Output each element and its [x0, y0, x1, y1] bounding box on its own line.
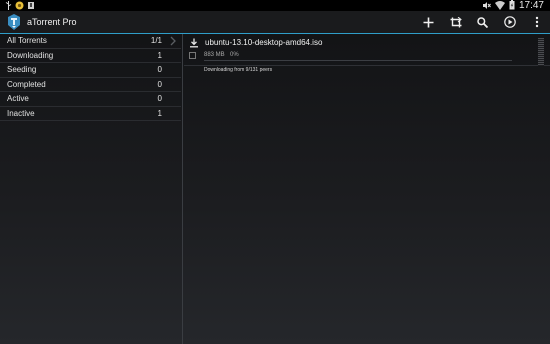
- pane-divider[interactable]: [182, 34, 183, 344]
- torrent-pieces-indicator: [538, 38, 544, 66]
- filter-count: 1/1: [150, 36, 162, 46]
- overflow-menu-button[interactable]: [523, 11, 550, 33]
- torrent-progress-percent: 0%: [230, 52, 239, 58]
- crop-icon: [450, 16, 462, 27]
- status-bar: 17:47: [0, 0, 550, 11]
- filter-label: Completed: [7, 79, 46, 89]
- filter-label: Downloading: [7, 50, 54, 60]
- filter-count: 0: [157, 94, 162, 104]
- torrent-status: Downloading from 9/131 peers: [204, 67, 273, 73]
- add-button[interactable]: [415, 11, 442, 33]
- play-icon: [503, 16, 516, 28]
- action-bar: aTorrent Pro: [0, 11, 550, 33]
- filter-inactive[interactable]: Inactive 1: [0, 107, 181, 121]
- filter-all-torrents[interactable]: All Torrents 1/1: [0, 34, 181, 49]
- torrent-size: 883 MB: [204, 52, 225, 58]
- filter-completed[interactable]: Completed 0: [0, 78, 181, 92]
- torrent-name: ubuntu-13.10-desktop-amd64.iso: [205, 38, 323, 47]
- torrent-row[interactable]: ubuntu-13.10-desktop-amd64.iso 883 MB 0%…: [184, 34, 550, 73]
- action-bar-buttons: [415, 11, 550, 33]
- overflow-menu-icon: [535, 16, 538, 28]
- search-button[interactable]: [469, 11, 496, 33]
- filter-downloading[interactable]: Downloading 1: [0, 49, 181, 63]
- torrent-progress-bar: [204, 60, 512, 61]
- filter-label: Seeding: [7, 65, 37, 75]
- filter-count: 0: [157, 79, 162, 89]
- crop-button[interactable]: [442, 11, 469, 33]
- filter-count: 1: [157, 50, 162, 60]
- screen: 17:47 aTorrent Pro All Torrents 1/1 Down…: [0, 0, 550, 344]
- clock: 17:47: [518, 0, 544, 11]
- filter-count: 1: [157, 108, 162, 118]
- filter-label: All Torrents: [7, 36, 47, 46]
- filter-seeding[interactable]: Seeding 0: [0, 63, 181, 78]
- app-title: aTorrent Pro: [27, 17, 77, 27]
- chevron-right-icon: [170, 36, 176, 46]
- filter-label: Active: [7, 94, 29, 104]
- filter-label: Inactive: [7, 108, 35, 118]
- add-icon: [423, 17, 434, 27]
- torrent-select-checkbox[interactable]: [189, 52, 196, 59]
- torrent-list: ubuntu-13.10-desktop-amd64.iso 883 MB 0%…: [184, 34, 550, 344]
- app-logo-icon[interactable]: [7, 14, 21, 30]
- filter-active[interactable]: Active 0: [0, 92, 181, 107]
- filter-list: All Torrents 1/1 Downloading 1 Seeding 0…: [0, 34, 181, 344]
- play-button[interactable]: [496, 11, 523, 33]
- filter-count: 0: [157, 65, 162, 75]
- download-icon: [190, 38, 198, 48]
- search-icon: [477, 16, 488, 28]
